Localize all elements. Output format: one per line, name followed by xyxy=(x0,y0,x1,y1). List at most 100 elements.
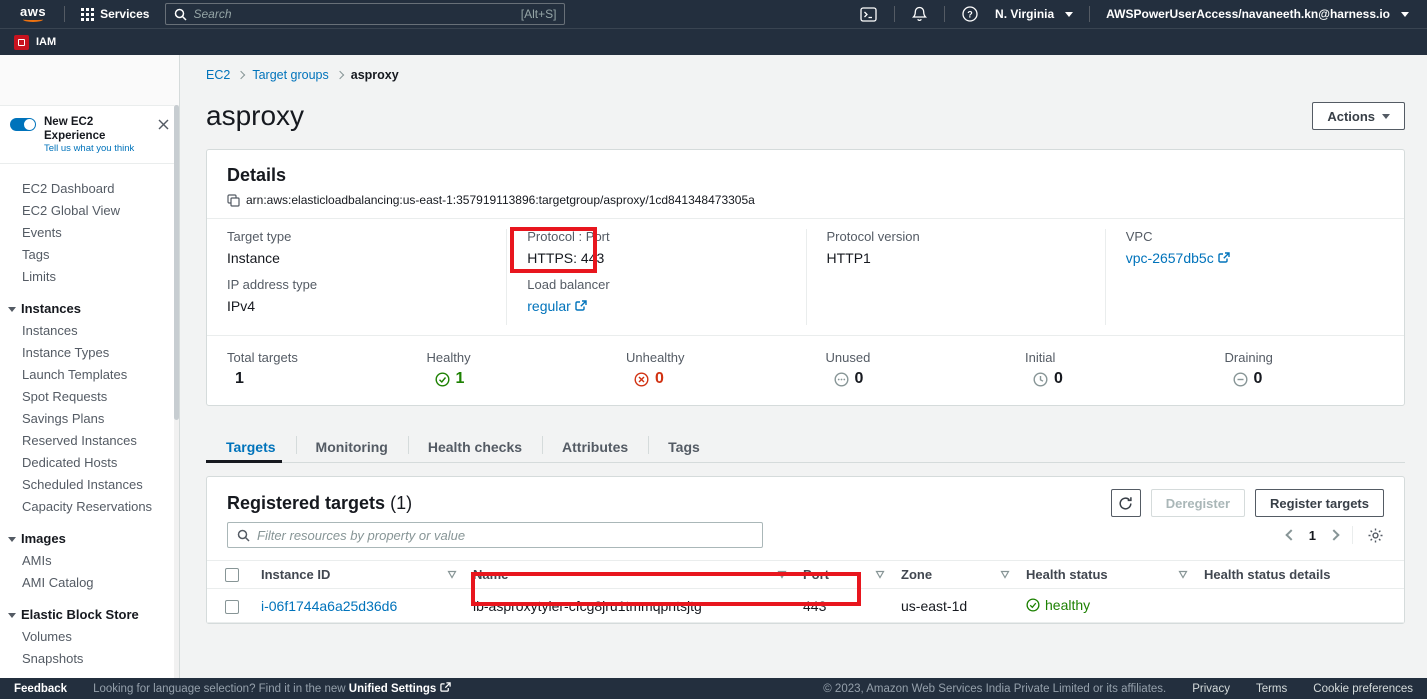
sidebar-item-launch-templates[interactable]: Launch Templates xyxy=(0,364,179,386)
sidebar-top-spacer xyxy=(0,55,179,105)
tab-attributes[interactable]: Attributes xyxy=(542,432,648,462)
aws-logo[interactable]: aws xyxy=(10,6,56,22)
new-experience-toggle[interactable] xyxy=(10,118,36,131)
sidebar-item-reserved-instances[interactable]: Reserved Instances xyxy=(0,430,179,452)
divider xyxy=(1089,6,1090,22)
sidebar-item-spot-requests[interactable]: Spot Requests xyxy=(0,386,179,408)
sidebar-section-elastic-block-store[interactable]: Elastic Block Store xyxy=(0,604,179,626)
terms-link[interactable]: Terms xyxy=(1256,683,1287,695)
copyright-text: © 2023, Amazon Web Services India Privat… xyxy=(823,683,1166,695)
sort-icon[interactable] xyxy=(875,570,885,579)
help-button[interactable]: ? xyxy=(953,0,987,28)
column-port: Port xyxy=(803,567,829,582)
tab-targets[interactable]: Targets xyxy=(206,432,296,462)
services-grid-icon xyxy=(81,8,94,21)
favorite-iam-link[interactable]: IAM xyxy=(36,36,56,48)
console-footer: Feedback Looking for language selection?… xyxy=(0,678,1427,699)
notifications-button[interactable] xyxy=(903,0,936,28)
region-label: N. Virginia xyxy=(995,7,1054,21)
cookie-preferences-link[interactable]: Cookie preferences xyxy=(1313,683,1413,695)
sort-icon[interactable] xyxy=(447,570,457,579)
new-experience-banner: New EC2 Experience Tell us what you thin… xyxy=(0,105,179,164)
sidebar-item-ec2-dashboard[interactable]: EC2 Dashboard xyxy=(0,178,179,200)
vpc-label: VPC xyxy=(1126,229,1384,244)
sidebar-scrollbar[interactable] xyxy=(174,105,179,678)
deregister-button[interactable]: Deregister xyxy=(1151,489,1245,517)
cloudshell-button[interactable] xyxy=(851,0,886,28)
sidebar-item-savings-plans[interactable]: Savings Plans xyxy=(0,408,179,430)
account-menu[interactable]: AWSPowerUserAccess/navaneeth.kn@harness.… xyxy=(1098,0,1417,28)
instance-id-link[interactable]: i-06f1744a6a25d36d6 xyxy=(261,598,397,614)
services-menu-button[interactable]: Services xyxy=(73,0,157,28)
global-search-input[interactable]: Search [Alt+S] xyxy=(165,3,565,25)
feedback-button[interactable]: Feedback xyxy=(14,683,67,695)
previous-page-button[interactable] xyxy=(1285,529,1296,540)
external-link-icon xyxy=(440,682,451,693)
draining-label: Draining xyxy=(1225,350,1385,365)
total-targets-value: 1 xyxy=(235,369,244,389)
privacy-link[interactable]: Privacy xyxy=(1192,683,1230,695)
sidebar-item-volumes[interactable]: Volumes xyxy=(0,626,179,648)
tab-health-checks[interactable]: Health checks xyxy=(408,432,542,462)
row-checkbox[interactable] xyxy=(225,600,239,614)
unused-ellipsis-icon xyxy=(834,372,849,387)
ip-address-type-label: IP address type xyxy=(227,277,486,292)
initial-value: 0 xyxy=(1054,369,1063,389)
healthy-label: Healthy xyxy=(427,350,587,365)
aws-console-page: aws Services Search [Alt+S] xyxy=(0,0,1427,699)
sidebar-item-ec2-global-view[interactable]: EC2 Global View xyxy=(0,200,179,222)
vpc-link[interactable]: vpc-2657db5c xyxy=(1126,249,1230,267)
sidebar-item-ami-catalog[interactable]: AMI Catalog xyxy=(0,572,179,594)
sidebar-item-dedicated-hosts[interactable]: Dedicated Hosts xyxy=(0,452,179,474)
sidebar-item-instances[interactable]: Instances xyxy=(0,320,179,342)
tab-monitoring[interactable]: Monitoring xyxy=(296,432,408,462)
chevron-down-icon xyxy=(8,307,16,312)
feedback-link[interactable]: Tell us what you think xyxy=(44,143,150,154)
load-balancer-link[interactable]: regular xyxy=(527,297,587,315)
filter-placeholder: Filter resources by property or value xyxy=(257,528,465,543)
unified-settings-link[interactable]: Unified Settings xyxy=(349,683,437,695)
sidebar-item-scheduled-instances[interactable]: Scheduled Instances xyxy=(0,474,179,496)
sidebar-section-images[interactable]: Images xyxy=(0,528,179,550)
ec2-sidebar: New EC2 Experience Tell us what you thin… xyxy=(0,55,180,678)
sidebar-item-snapshots[interactable]: Snapshots xyxy=(0,648,179,670)
page-title: asproxy xyxy=(206,100,304,132)
breadcrumb-target-groups-link[interactable]: Target groups xyxy=(252,68,328,82)
external-link-icon xyxy=(575,300,587,312)
sidebar-item-tags[interactable]: Tags xyxy=(0,244,179,266)
filter-input[interactable]: Filter resources by property or value xyxy=(227,522,763,548)
initial-label: Initial xyxy=(1025,350,1185,365)
sort-icon[interactable] xyxy=(1000,570,1010,579)
table-header-row: Instance ID Name Port Zone Health status… xyxy=(207,561,1404,589)
language-hint: Looking for language selection? Find it … xyxy=(93,682,450,695)
column-zone: Zone xyxy=(901,567,932,582)
sidebar-section-instances[interactable]: Instances xyxy=(0,298,179,320)
draining-value: 0 xyxy=(1254,369,1263,389)
sort-icon[interactable] xyxy=(1178,570,1188,579)
svg-text:?: ? xyxy=(967,9,973,19)
tab-tags[interactable]: Tags xyxy=(648,432,720,462)
next-page-button[interactable] xyxy=(1328,529,1339,540)
breadcrumb-ec2-link[interactable]: EC2 xyxy=(206,68,230,82)
sidebar-item-capacity-reservations[interactable]: Capacity Reservations xyxy=(0,496,179,518)
copy-icon[interactable] xyxy=(227,194,240,207)
register-targets-button[interactable]: Register targets xyxy=(1255,489,1384,517)
refresh-button[interactable] xyxy=(1111,489,1141,517)
health-details-cell xyxy=(1196,589,1404,623)
unhealthy-value: 0 xyxy=(655,369,664,389)
chevron-down-icon xyxy=(1382,114,1390,119)
sort-icon[interactable] xyxy=(777,570,787,579)
close-icon[interactable] xyxy=(158,119,169,130)
select-all-checkbox[interactable] xyxy=(225,568,239,582)
actions-button[interactable]: Actions xyxy=(1312,102,1405,130)
settings-gear-button[interactable] xyxy=(1367,527,1384,544)
sidebar-item-limits[interactable]: Limits xyxy=(0,266,179,288)
search-icon xyxy=(237,529,250,542)
sidebar-item-amis[interactable]: AMIs xyxy=(0,550,179,572)
sidebar-item-events[interactable]: Events xyxy=(0,222,179,244)
healthy-value: 1 xyxy=(456,369,465,389)
sidebar-item-instance-types[interactable]: Instance Types xyxy=(0,342,179,364)
aws-logo-text: aws xyxy=(20,6,46,17)
registered-targets-panel: Registered targets (1) Deregister Regist… xyxy=(206,476,1405,624)
region-selector[interactable]: N. Virginia xyxy=(987,0,1081,28)
